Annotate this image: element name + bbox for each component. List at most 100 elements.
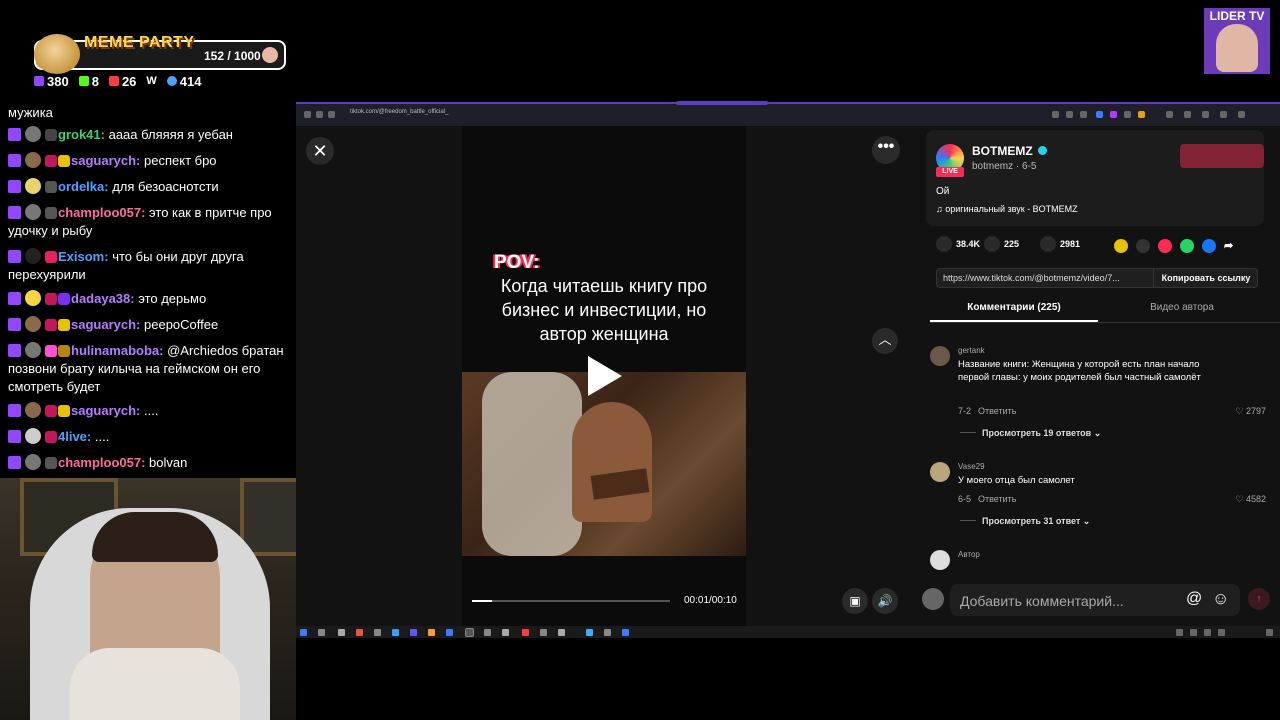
chat-user[interactable]: Exisom:: [58, 249, 109, 264]
facebook-icon[interactable]: [1202, 239, 1216, 253]
more-options-button[interactable]: •••: [872, 136, 900, 164]
chat-user[interactable]: champloo057:: [58, 205, 145, 220]
extension-icon[interactable]: [1096, 111, 1103, 118]
taskbar-app-icon[interactable]: [484, 629, 491, 636]
reply-button[interactable]: Ответить: [978, 494, 1016, 504]
save-button[interactable]: 2981: [1040, 236, 1080, 252]
back-icon[interactable]: [304, 111, 311, 118]
commenter-avatar[interactable]: [930, 462, 950, 482]
chat-user[interactable]: hulinamaboba:: [71, 343, 163, 358]
taskbar-app-icon[interactable]: [410, 629, 417, 636]
taskbar-app-icon[interactable]: [374, 629, 381, 636]
chat-user[interactable]: champloo057:: [58, 455, 145, 470]
tray-icon[interactable]: [1218, 629, 1225, 636]
like-button[interactable]: 38.4K: [936, 236, 980, 252]
follow-button[interactable]: [1180, 144, 1264, 168]
tray-icon[interactable]: [1176, 629, 1183, 636]
taskbar-app-icon[interactable]: [522, 629, 529, 636]
play-icon[interactable]: [588, 356, 622, 396]
tray-icon[interactable]: [1190, 629, 1197, 636]
volume-button[interactable]: 🔊: [872, 588, 898, 614]
embed-icon[interactable]: [1136, 239, 1150, 253]
comment-box[interactable]: @ ☺: [950, 584, 1240, 616]
tab-comments[interactable]: Комментарии (225): [930, 302, 1098, 313]
menu-icon[interactable]: [1238, 111, 1245, 118]
commenter-name[interactable]: gertank: [958, 346, 985, 355]
extension-icon[interactable]: [1066, 111, 1073, 118]
whatsapp-icon[interactable]: [1180, 239, 1194, 253]
share-arrow-icon[interactable]: ➦: [1224, 239, 1238, 253]
forward-icon[interactable]: [316, 111, 323, 118]
reply-button[interactable]: Ответить: [978, 406, 1016, 416]
browser-taskbar-icon[interactable]: [465, 628, 474, 637]
extension-icon[interactable]: [1080, 111, 1087, 118]
sound-link[interactable]: ♫ оригинальный звук - BOTMEMZ: [936, 204, 1078, 214]
extension-icon[interactable]: [1202, 111, 1209, 118]
video-progress-bar[interactable]: [472, 600, 670, 602]
mention-icon[interactable]: @: [1186, 590, 1202, 608]
reload-icon[interactable]: [328, 111, 335, 118]
taskbar-app-icon[interactable]: [392, 629, 399, 636]
extension-icon[interactable]: [1110, 111, 1117, 118]
extension-icon[interactable]: [1124, 111, 1131, 118]
author-name[interactable]: BOTMEMZ: [972, 144, 1033, 158]
taskbar-app-icon[interactable]: [622, 629, 629, 636]
chat-user[interactable]: ordelka:: [58, 179, 109, 194]
send-share-icon[interactable]: [1158, 239, 1172, 253]
chat-text: респект бро: [144, 153, 217, 168]
doge-icon: [34, 34, 80, 74]
stream-chat[interactable]: мужика grok41: аааа бляяяя я уебан sagua…: [0, 100, 296, 478]
extension-icon[interactable]: [1138, 111, 1145, 118]
commenter-avatar[interactable]: [930, 346, 950, 366]
extension-icon[interactable]: [1052, 111, 1059, 118]
chat-user[interactable]: grok41:: [58, 127, 105, 142]
chat-user[interactable]: saguarych:: [71, 153, 140, 168]
taskbar-app-icon[interactable]: [428, 629, 435, 636]
comment-likes[interactable]: ♡ 2797: [1235, 406, 1266, 417]
comment-button[interactable]: 225: [984, 236, 1019, 252]
avatar: [25, 126, 41, 142]
profile-icon[interactable]: [1220, 111, 1227, 118]
chat-user[interactable]: dadaya38:: [71, 291, 135, 306]
taskbar-app-icon[interactable]: [558, 629, 565, 636]
chat-text: это дерьмо: [138, 291, 207, 306]
comment-input[interactable]: [958, 592, 1182, 610]
comment-likes[interactable]: ♡ 4582: [1235, 494, 1266, 505]
twitch-icon: [8, 206, 21, 219]
commenter-name[interactable]: Автор: [958, 550, 980, 559]
taskbar-app-icon[interactable]: [502, 629, 509, 636]
extension-icon[interactable]: [1166, 111, 1173, 118]
taskbar-app-icon[interactable]: [356, 629, 363, 636]
chat-user[interactable]: saguarych:: [71, 317, 140, 332]
notification-icon[interactable]: [1266, 629, 1273, 636]
coin-share-icon[interactable]: [1114, 239, 1128, 253]
extension-icon[interactable]: [1184, 111, 1191, 118]
taskbar-app-icon[interactable]: [586, 629, 593, 636]
taskbar-app-icon[interactable]: [540, 629, 547, 636]
search-icon[interactable]: [318, 629, 325, 636]
mute-badge-icon: [45, 207, 57, 219]
picture-in-picture-button[interactable]: ▣: [842, 588, 868, 614]
commenter-avatar[interactable]: [930, 550, 950, 570]
taskbar-app-icon[interactable]: [604, 629, 611, 636]
chat-user[interactable]: 4live:: [58, 429, 91, 444]
tab-creator-videos[interactable]: Видео автора: [1098, 302, 1266, 313]
video-link[interactable]: https://www.tiktok.com/@botmemz/video/7.…: [943, 273, 1143, 283]
send-comment-button[interactable]: ↑: [1248, 588, 1270, 610]
close-button[interactable]: ✕: [306, 137, 334, 165]
emoji-icon[interactable]: ☺: [1212, 589, 1229, 609]
tray-icon[interactable]: [1204, 629, 1211, 636]
start-icon[interactable]: [300, 629, 307, 636]
chat-message: champloo057: bolvan: [8, 454, 288, 472]
address-bar[interactable]: tiktok.com/@freedom_battle_official_: [350, 109, 448, 115]
copy-link-button[interactable]: Копировать ссылку: [1153, 269, 1258, 287]
taskbar-app-icon[interactable]: [338, 629, 345, 636]
chat-user[interactable]: saguarych:: [71, 403, 140, 418]
video-player[interactable]: POV: Когда читаешь книгу про бизнес и ин…: [462, 126, 746, 628]
view-replies-button[interactable]: Просмотреть 31 ответ ⌄: [960, 516, 1090, 527]
taskbar-app-icon[interactable]: [446, 629, 453, 636]
view-replies-button[interactable]: Просмотреть 19 ответов ⌄: [960, 428, 1101, 439]
commenter-name[interactable]: Vase29: [958, 462, 985, 471]
previous-video-button[interactable]: ︿: [872, 328, 898, 354]
chat-message: 4live: ....: [8, 428, 288, 446]
